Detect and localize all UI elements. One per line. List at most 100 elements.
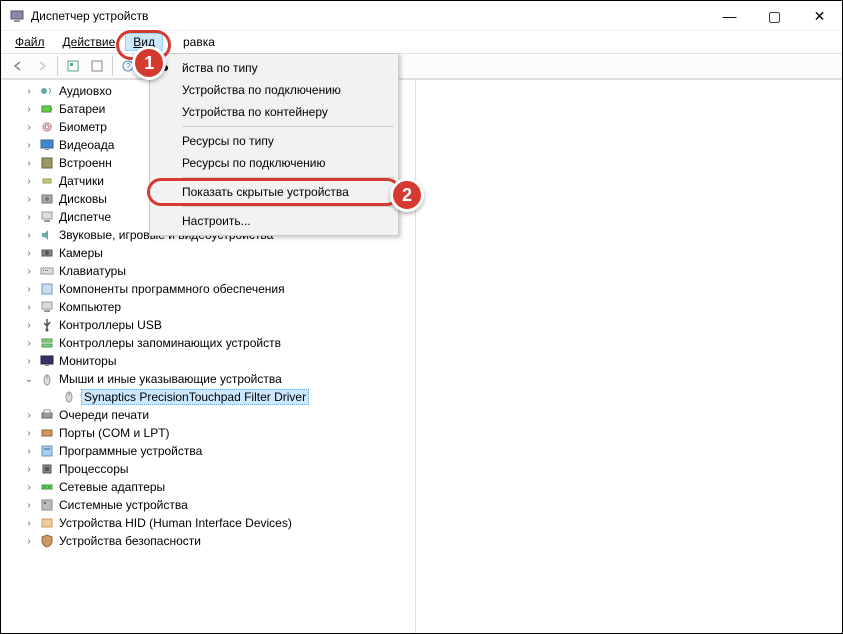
collapse-icon[interactable]: ⌄ <box>23 374 35 385</box>
tree-node-label: Системные устройства <box>59 498 188 512</box>
tree-node-label: Устройства HID (Human Interface Devices) <box>59 516 292 530</box>
firmware-icon <box>39 155 55 171</box>
expand-icon[interactable]: › <box>23 230 35 241</box>
back-button[interactable] <box>7 55 29 77</box>
keyboard-icon <box>39 263 55 279</box>
expand-icon[interactable]: › <box>23 482 35 493</box>
expand-icon[interactable]: › <box>23 122 35 133</box>
expand-icon[interactable]: › <box>23 104 35 115</box>
tree-node-label: Программные устройства <box>59 444 202 458</box>
display-icon <box>39 137 55 153</box>
maximize-button[interactable]: ▢ <box>752 1 797 31</box>
audio-icon <box>39 83 55 99</box>
tree-node[interactable]: ›Компоненты программного обеспечения <box>1 280 415 298</box>
minimize-button[interactable]: — <box>707 1 752 31</box>
mouse-icon <box>39 371 55 387</box>
tree-node-label: Диспетче <box>59 210 111 224</box>
tree-node[interactable]: › Порты (COM и LPT) <box>1 424 415 442</box>
expand-icon[interactable]: › <box>23 320 35 331</box>
tree-node[interactable]: › Камеры <box>1 244 415 262</box>
forward-button[interactable] <box>31 55 53 77</box>
content-area: ›Аудиовхо›Батареи›Биометр›Видеоада›Встро… <box>1 79 842 633</box>
tree-node-label: Порты (COM и LPT) <box>59 426 170 440</box>
toolbar-icon[interactable] <box>62 55 84 77</box>
tree-node-label: Сетевые адаптеры <box>59 480 165 494</box>
window-title: Диспетчер устройств <box>31 9 148 23</box>
expand-icon[interactable]: › <box>23 410 35 421</box>
tree-node[interactable]: ›Очереди печати <box>1 406 415 424</box>
expand-icon[interactable]: › <box>23 464 35 475</box>
expand-icon[interactable]: › <box>23 338 35 349</box>
tree-child-label: Synaptics PrecisionTouchpad Filter Drive… <box>81 389 309 405</box>
tree-node[interactable]: ›Процессоры <box>1 460 415 478</box>
expand-icon[interactable]: › <box>23 500 35 511</box>
tree-node-label: Встроенн <box>59 156 112 170</box>
toolbar-separator <box>112 56 113 76</box>
svg-text:?: ? <box>126 62 131 71</box>
tree-node[interactable]: › Компьютер <box>1 298 415 316</box>
details-pane <box>416 80 842 633</box>
tree-node[interactable]: › Сетевые адаптеры <box>1 478 415 496</box>
tree-node[interactable]: › Программные устройства <box>1 442 415 460</box>
callout-2: 2 <box>390 178 424 212</box>
hid-icon <box>39 515 55 531</box>
close-button[interactable]: ✕ <box>797 1 842 31</box>
tree-node[interactable]: › Системные устройства <box>1 496 415 514</box>
tree-node[interactable]: ›Контроллеры USB <box>1 316 415 334</box>
expand-icon[interactable]: › <box>23 140 35 151</box>
expand-icon[interactable]: › <box>23 284 35 295</box>
expand-icon[interactable]: › <box>23 194 35 205</box>
menu-item-label: Настроить... <box>182 214 251 228</box>
tree-node[interactable]: ›Клавиатуры <box>1 262 415 280</box>
menu-item-res-type[interactable]: Ресурсы по типу <box>152 130 396 152</box>
menu-item-by-type[interactable]: йства по типу <box>152 57 396 79</box>
expand-icon[interactable]: › <box>23 266 35 277</box>
usb-icon <box>39 317 55 333</box>
tree-node[interactable]: ⌄ Мыши и иные указывающие устройства <box>1 370 415 388</box>
menu-help[interactable]: равка <box>175 33 223 51</box>
security-icon <box>39 533 55 549</box>
expand-icon[interactable]: › <box>23 176 35 187</box>
window-controls: — ▢ ✕ <box>707 1 842 31</box>
expand-icon[interactable]: › <box>23 302 35 313</box>
port-icon <box>39 425 55 441</box>
tree-node-label: Камеры <box>59 246 103 260</box>
menu-item-by-container[interactable]: Устройства по контейнеру <box>152 101 396 123</box>
menu-action[interactable]: Действие <box>55 33 124 51</box>
menu-item-label: Ресурсы по типу <box>182 134 274 148</box>
program-icon <box>39 443 55 459</box>
menu-item-by-connection[interactable]: Устройства по подключению <box>152 79 396 101</box>
tree-node-label: Видеоада <box>59 138 114 152</box>
expand-icon[interactable]: › <box>23 446 35 457</box>
expand-icon[interactable]: › <box>23 158 35 169</box>
menu-view[interactable]: Вид 1 <box>125 33 163 51</box>
tree-node[interactable]: › Устройства безопасности <box>1 532 415 550</box>
menu-item-label: Ресурсы по подключению <box>182 156 325 170</box>
menu-item-show-hidden[interactable]: Показать скрытые устройства 2 <box>152 181 396 203</box>
tree-child-node[interactable]: Synaptics PrecisionTouchpad Filter Drive… <box>1 388 415 406</box>
menubar: Файл Действие Вид 1 равка йства по типу … <box>1 31 842 53</box>
tree-node[interactable]: ›Контроллеры запоминающих устройств <box>1 334 415 352</box>
tree-node[interactable]: › Мониторы <box>1 352 415 370</box>
menu-item-customize[interactable]: Настроить... <box>152 210 396 232</box>
expand-icon[interactable]: › <box>23 536 35 547</box>
audio2-icon <box>39 227 55 243</box>
tree-node-label: Компьютер <box>59 300 121 314</box>
expand-icon[interactable]: › <box>23 356 35 367</box>
tree-node[interactable]: › Устройства HID (Human Interface Devices… <box>1 514 415 532</box>
tree-node-label: Батареи <box>59 102 105 116</box>
menu-file[interactable]: Файл <box>7 33 53 51</box>
expand-icon[interactable]: › <box>23 248 35 259</box>
sensor-icon <box>39 173 55 189</box>
tree-node-label: Устройства безопасности <box>59 534 201 548</box>
expand-icon[interactable]: › <box>23 428 35 439</box>
tree-node-label: Мониторы <box>59 354 116 368</box>
printer-icon <box>39 407 55 423</box>
biometric-icon <box>39 119 55 135</box>
expand-icon[interactable]: › <box>23 212 35 223</box>
expand-icon[interactable]: › <box>23 86 35 97</box>
menu-item-res-conn[interactable]: Ресурсы по подключению <box>152 152 396 174</box>
expand-icon[interactable]: › <box>23 518 35 529</box>
toolbar-icon[interactable] <box>86 55 108 77</box>
tree-node-label: Мыши и иные указывающие устройства <box>59 372 282 386</box>
